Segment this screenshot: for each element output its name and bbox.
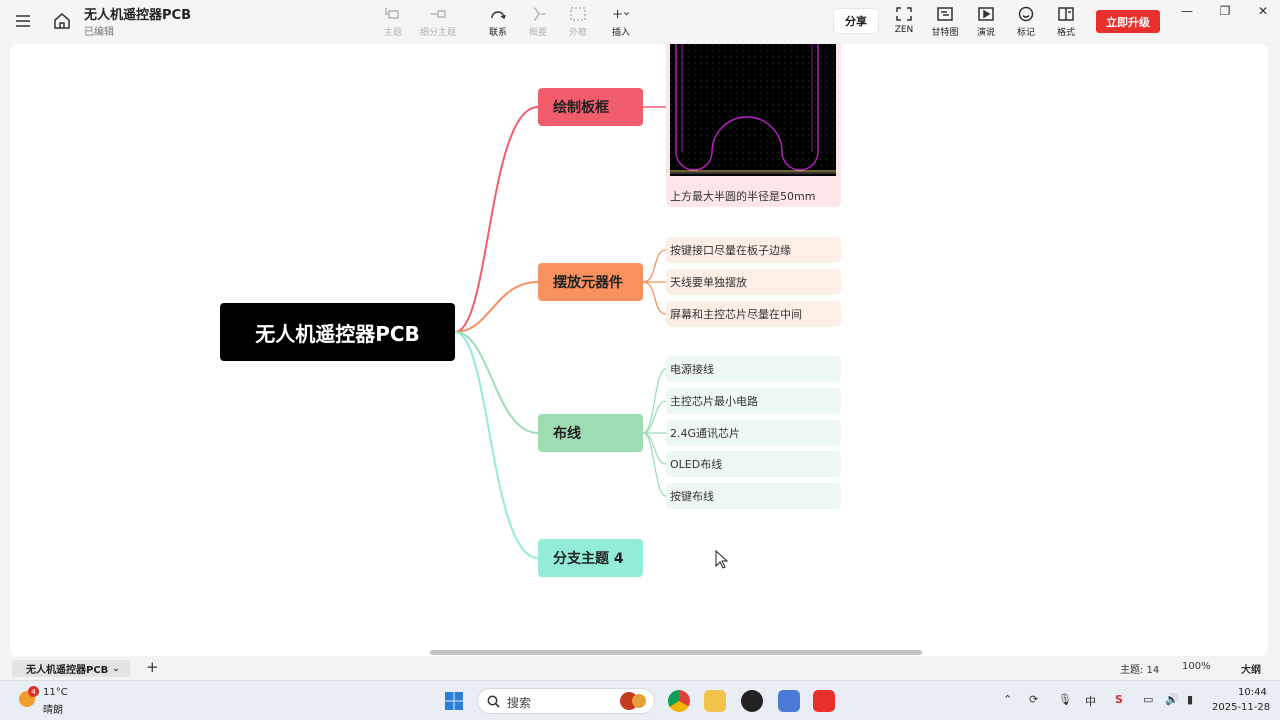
image-caption: 上方最大半圆的半径是50mm bbox=[670, 190, 816, 203]
speaker-icon[interactable]: 🔊 bbox=[1165, 693, 1179, 706]
input-method-indicator[interactable]: 中 bbox=[1085, 693, 1096, 709]
image-topic[interactable]: 上方最大半圆的半径是50mm bbox=[666, 44, 841, 207]
format-button[interactable]: 格式 bbox=[1040, 6, 1092, 40]
subtopic-icon bbox=[431, 10, 446, 18]
search-icon bbox=[487, 695, 500, 708]
menu-icon[interactable] bbox=[14, 12, 32, 30]
chevron-down-icon: ⌄ bbox=[112, 663, 120, 674]
zoom-level[interactable]: 100% bbox=[1182, 661, 1211, 672]
taskbar-search[interactable]: 搜索 bbox=[477, 688, 655, 714]
battery-icon[interactable]: ▮ bbox=[1187, 693, 1193, 706]
gantt-icon bbox=[937, 7, 953, 21]
upgrade-button[interactable]: 立即升级 bbox=[1096, 10, 1160, 33]
minimize-icon[interactable]: — bbox=[1180, 4, 1194, 18]
windows-start-icon[interactable] bbox=[444, 691, 464, 711]
xmind-icon[interactable] bbox=[813, 690, 835, 712]
leaf-place-2[interactable]: 天线要单独摆放 bbox=[666, 269, 841, 295]
play-icon bbox=[978, 7, 994, 21]
weather-temperature[interactable]: 11°C bbox=[43, 687, 68, 698]
network-icon[interactable]: ▭ bbox=[1143, 693, 1153, 706]
leaf-route-5[interactable]: 按键布线 bbox=[666, 483, 841, 509]
document-title[interactable]: 无人机遥控器PCB bbox=[84, 4, 191, 23]
restore-icon[interactable]: ❐ bbox=[1218, 4, 1232, 18]
home-icon[interactable] bbox=[52, 11, 72, 31]
branch-draw-outline[interactable]: 绘制板框 bbox=[538, 88, 643, 126]
plus-chevron-icon bbox=[613, 9, 629, 19]
leaf-route-4[interactable]: OLED布线 bbox=[666, 451, 841, 477]
windows-taskbar: 4 11°C 晴朗 搜索 ⌃ ⟳ 🎙 中 S ▭ 🔊 ▮ 10:44 2025-… bbox=[0, 680, 1280, 720]
fullscreen-icon bbox=[896, 7, 912, 21]
weather-description[interactable]: 晴朗 bbox=[43, 701, 63, 716]
microphone-icon[interactable]: 🎙 bbox=[1058, 693, 1072, 706]
obs-icon[interactable] bbox=[741, 690, 763, 712]
clock-date[interactable]: 2025-11-28 bbox=[1212, 702, 1270, 713]
boundary-icon bbox=[570, 7, 586, 21]
save-status: 已编辑 bbox=[84, 27, 114, 38]
root-topic[interactable]: 无人机遥控器PCB bbox=[220, 303, 455, 361]
format-panel-icon bbox=[1058, 7, 1074, 21]
relationship-icon bbox=[491, 11, 506, 20]
close-icon[interactable]: ✕ bbox=[1256, 4, 1270, 18]
weather-badge: 4 bbox=[28, 686, 39, 697]
chrome-icon[interactable] bbox=[668, 690, 690, 712]
branch-place-components[interactable]: 摆放元器件 bbox=[538, 263, 643, 301]
insert-button[interactable]: 插入 bbox=[595, 6, 647, 40]
mouse-cursor-icon bbox=[715, 550, 729, 569]
pcb-outline-image bbox=[670, 44, 836, 176]
leaf-route-2[interactable]: 主控芯片最小电路 bbox=[666, 388, 841, 414]
clock-time[interactable]: 10:44 bbox=[1238, 687, 1267, 698]
chevron-up-icon[interactable]: ⌃ bbox=[1003, 693, 1012, 706]
search-highlight-icon-2 bbox=[632, 694, 646, 708]
file-explorer-icon[interactable] bbox=[704, 690, 726, 712]
status-bar: 无人机遥控器PCB ⌄ + 主题: 14 100% 大纲 bbox=[0, 658, 1280, 680]
leaf-place-1[interactable]: 按键接口尽量在板子边缘 bbox=[666, 237, 841, 263]
horizontal-scrollbar[interactable] bbox=[430, 650, 922, 655]
leaf-route-1[interactable]: 电源接线 bbox=[666, 356, 841, 382]
sheet-tab[interactable]: 无人机遥控器PCB ⌄ bbox=[12, 660, 130, 677]
add-sheet-button[interactable]: + bbox=[146, 658, 159, 676]
leaf-place-3[interactable]: 屏幕和主控芯片尽量在中间 bbox=[666, 301, 841, 327]
topic-icon bbox=[385, 8, 399, 19]
smiley-icon bbox=[1018, 6, 1034, 22]
leaf-route-3[interactable]: 2.4G通讯芯片 bbox=[666, 420, 841, 446]
mindmap-canvas[interactable]: 无人机遥控器PCB 绘制板框 摆放元器件 布线 分支主题 4 上方最大半圆的半径… bbox=[10, 44, 1268, 656]
share-button[interactable]: 分享 bbox=[834, 9, 878, 33]
outline-toggle[interactable]: 大纲 bbox=[1241, 661, 1261, 676]
topic-count: 主题: 14 bbox=[1120, 665, 1160, 676]
summary-icon bbox=[533, 7, 545, 21]
add-subtopic-button[interactable]: 细分主题 bbox=[412, 6, 464, 40]
sogou-input-icon[interactable]: S bbox=[1115, 693, 1123, 706]
toolbar: 无人机遥控器PCB 已编辑 主题 细分主题 联系 概要 外框 插入 分享 ZEN… bbox=[0, 0, 1280, 42]
cloud-app-icon[interactable] bbox=[778, 690, 800, 712]
branch-routing[interactable]: 布线 bbox=[538, 414, 643, 452]
branch-topic-4[interactable]: 分支主题 4 bbox=[538, 539, 643, 577]
sync-icon[interactable]: ⟳ bbox=[1029, 693, 1038, 706]
